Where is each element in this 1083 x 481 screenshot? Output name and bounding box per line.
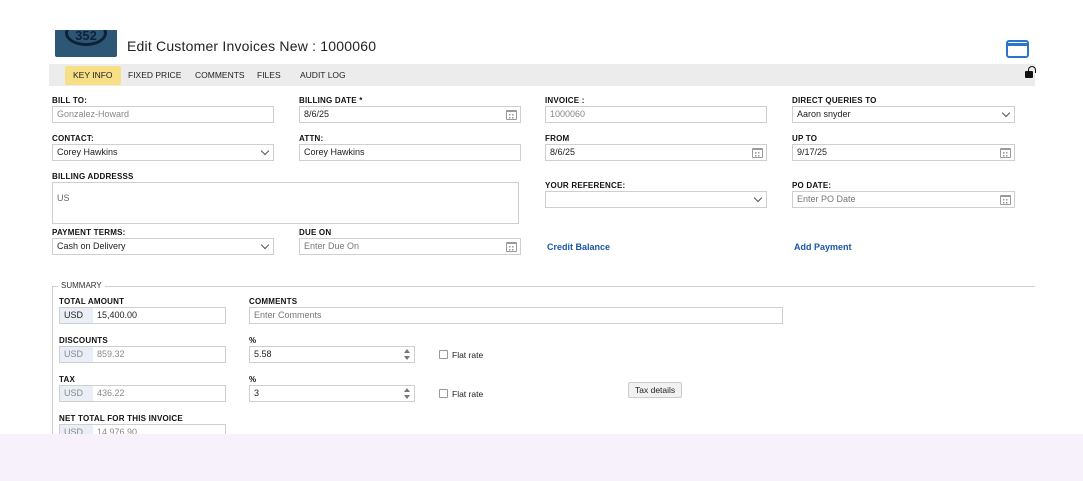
- discount-percent-stepper[interactable]: 5.58: [249, 346, 415, 363]
- chevron-down-icon: [260, 146, 270, 156]
- bill-to-label: BILL TO:: [52, 96, 88, 105]
- direct-queries-label: DIRECT QUERIES TO: [792, 96, 877, 105]
- spinner-arrows-icon[interactable]: [404, 349, 410, 360]
- logo-text: 352: [65, 30, 107, 46]
- up-to-label: UP TO: [792, 134, 818, 143]
- total-amount-value: 15,400.00: [97, 310, 138, 320]
- from-date-field[interactable]: 8/6/25: [545, 144, 767, 161]
- tax-value: 436.22: [97, 388, 125, 398]
- company-logo: 352: [55, 30, 117, 57]
- invoice-label: INVOICE :: [545, 96, 585, 105]
- discount-percent-label: %: [249, 336, 257, 345]
- your-reference-select[interactable]: [545, 191, 767, 208]
- direct-queries-select[interactable]: Aaron snyder: [792, 106, 1015, 123]
- discounts-field: USD 859.32: [59, 346, 226, 363]
- currency-code: USD: [60, 308, 93, 323]
- contact-label: CONTACT:: [52, 134, 94, 143]
- summary-border: [52, 286, 53, 446]
- currency-code: USD: [60, 347, 93, 362]
- summary-divider: [52, 286, 1035, 287]
- from-label: FROM: [545, 134, 570, 143]
- discounts-value: 859.32: [97, 349, 125, 359]
- tab-audit-log[interactable]: AUDIT LOG: [292, 66, 354, 85]
- billing-address-value: US: [57, 193, 70, 203]
- net-total-label: NET TOTAL FOR THIS INVOICE: [59, 414, 183, 423]
- tax-details-button[interactable]: Tax details: [628, 382, 683, 398]
- billing-address-textarea[interactable]: US: [52, 182, 519, 224]
- payment-terms-value: Cash on Delivery: [57, 241, 126, 251]
- tab-comments[interactable]: COMMENTS: [187, 66, 253, 85]
- tax-percent-stepper[interactable]: 3: [249, 385, 415, 402]
- po-date-placeholder: Enter PO Date: [797, 194, 856, 204]
- calendar-icon[interactable]: [1000, 148, 1011, 158]
- contact-select[interactable]: Corey Hawkins: [52, 144, 274, 161]
- tab-key-info[interactable]: KEY INFO: [65, 66, 121, 85]
- tax-field: USD 436.22: [59, 385, 226, 402]
- billing-date-field[interactable]: 8/6/25: [299, 106, 521, 123]
- billing-address-label: BILLING ADDRESSS: [52, 172, 134, 181]
- up-to-date-field[interactable]: 9/17/25: [792, 144, 1015, 161]
- due-on-placeholder: Enter Due On: [304, 241, 360, 251]
- comments-label: COMMENTS: [249, 297, 298, 306]
- payment-terms-label: PAYMENT TERMS:: [52, 228, 126, 237]
- calendar-icon[interactable]: [752, 148, 763, 158]
- summary-legend: SUMMARY: [58, 281, 105, 290]
- bottom-mask: [0, 434, 1083, 460]
- tax-label: TAX: [59, 375, 76, 384]
- comments-placeholder: Enter Comments: [254, 310, 322, 320]
- discount-percent-value: 5.58: [254, 349, 272, 359]
- lock-icon[interactable]: [1025, 66, 1036, 78]
- attn-value: Corey Hawkins: [304, 147, 365, 157]
- tax-flat-rate-label: Flat rate: [452, 389, 484, 399]
- chevron-down-icon: [260, 240, 270, 250]
- po-date-label: PO DATE:: [792, 181, 832, 190]
- calendar-icon[interactable]: [1000, 195, 1011, 205]
- your-reference-label: YOUR REFERENCE:: [545, 181, 626, 190]
- tax-percent-value: 3: [254, 388, 260, 398]
- billing-date-value: 8/6/25: [304, 109, 330, 119]
- po-date-field[interactable]: Enter PO Date: [792, 191, 1015, 208]
- tab-fixed-price[interactable]: FIXED PRICE: [120, 66, 189, 85]
- chevron-down-icon: [753, 193, 763, 203]
- tax-percent-label: %: [249, 375, 257, 384]
- direct-queries-value: Aaron snyder: [797, 109, 851, 119]
- chevron-down-icon: [1001, 108, 1011, 118]
- spinner-arrows-icon[interactable]: [404, 388, 410, 399]
- add-payment-link[interactable]: Add Payment: [794, 242, 852, 252]
- tab-files[interactable]: FILES: [249, 66, 289, 85]
- invoice-value: 1000060: [550, 109, 586, 119]
- billing-date-label: BILLING DATE *: [299, 96, 363, 105]
- bill-to-field[interactable]: Gonzalez-Howard: [52, 106, 274, 123]
- total-amount-field[interactable]: USD 15,400.00: [59, 307, 226, 324]
- calendar-icon[interactable]: [506, 110, 517, 120]
- save-icon[interactable]: [1006, 40, 1029, 58]
- discount-flat-rate-label: Flat rate: [452, 350, 484, 360]
- attn-field[interactable]: Corey Hawkins: [299, 144, 521, 161]
- discount-flat-rate-checkbox[interactable]: [439, 350, 448, 359]
- discounts-label: DISCOUNTS: [59, 336, 108, 345]
- contact-value: Corey Hawkins: [57, 147, 118, 157]
- attn-label: ATTN:: [299, 134, 324, 143]
- from-value: 8/6/25: [550, 147, 576, 157]
- main-card: 352 Edit Customer Invoices New : 1000060…: [0, 0, 1083, 460]
- up-to-value: 9/17/25: [797, 147, 828, 157]
- currency-code: USD: [60, 386, 93, 401]
- due-on-label: DUE ON: [299, 228, 332, 237]
- total-amount-label: TOTAL AMOUNT: [59, 297, 125, 306]
- credit-balance-link[interactable]: Credit Balance: [547, 242, 610, 252]
- calendar-icon[interactable]: [506, 242, 517, 252]
- invoice-field[interactable]: 1000060: [545, 106, 767, 123]
- tax-flat-rate-checkbox[interactable]: [439, 389, 448, 398]
- comments-field[interactable]: Enter Comments: [249, 307, 783, 324]
- tab-bar: KEY INFO FIXED PRICE COMMENTS FILES AUDI…: [49, 64, 1035, 86]
- page-title: Edit Customer Invoices New : 1000060: [127, 38, 377, 54]
- bill-to-value: Gonzalez-Howard: [57, 109, 130, 119]
- due-on-field[interactable]: Enter Due On: [299, 238, 521, 255]
- payment-terms-select[interactable]: Cash on Delivery: [52, 238, 274, 255]
